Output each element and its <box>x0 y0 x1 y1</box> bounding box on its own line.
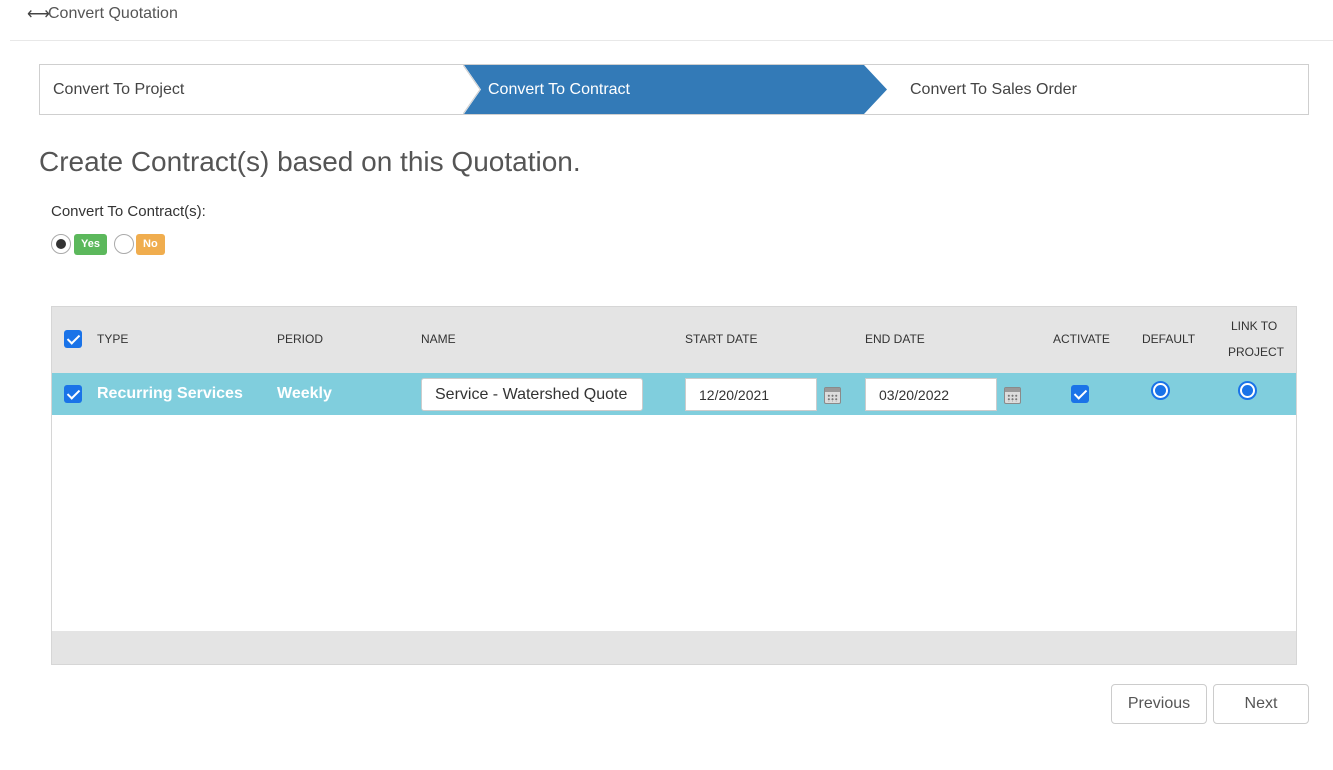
previous-button[interactable]: Previous <box>1111 684 1207 724</box>
contracts-grid: TYPE PERIOD NAME START DATE END DATE ACT… <box>51 306 1297 665</box>
row-period: Weekly <box>277 385 332 402</box>
no-badge[interactable]: No <box>136 234 165 255</box>
yes-badge[interactable]: Yes <box>74 234 107 255</box>
activate-checkbox[interactable] <box>1071 385 1089 403</box>
header-period: PERIOD <box>277 332 324 346</box>
default-radio[interactable] <box>1151 381 1170 400</box>
no-radio[interactable] <box>114 234 134 254</box>
next-button[interactable]: Next <box>1213 684 1309 724</box>
yes-radio[interactable] <box>51 234 71 254</box>
row-select-checkbox[interactable] <box>64 385 82 403</box>
start-date-calendar-icon[interactable] <box>824 387 841 404</box>
step-convert-to-contract[interactable]: Convert To Contract <box>464 65 887 114</box>
convert-to-contracts-label: Convert To Contract(s): <box>51 203 206 220</box>
header-link-to: LINK TO <box>1231 319 1278 333</box>
contract-name-input[interactable] <box>421 378 643 411</box>
header-end-date: END DATE <box>865 332 925 346</box>
header-type: TYPE <box>97 332 129 346</box>
swap-arrows-icon: ⟷ <box>27 6 50 23</box>
end-date-input[interactable] <box>865 378 997 411</box>
end-date-calendar-icon[interactable] <box>1004 387 1021 404</box>
step-convert-to-sales-order[interactable]: Convert To Sales Order <box>910 65 1077 114</box>
step-convert-to-project[interactable]: Convert To Project <box>53 65 184 114</box>
start-date-input[interactable] <box>685 378 817 411</box>
page-breadcrumb-title: Convert Quotation <box>48 5 178 22</box>
header-name: NAME <box>421 332 456 346</box>
header-project: PROJECT <box>1228 345 1285 359</box>
header-default: DEFAULT <box>1142 332 1196 346</box>
page-heading: Create Contract(s) based on this Quotati… <box>39 146 581 177</box>
link-to-project-radio[interactable] <box>1238 381 1257 400</box>
grid-footer <box>52 631 1296 664</box>
select-all-checkbox[interactable] <box>64 330 82 348</box>
grid-header: TYPE PERIOD NAME START DATE END DATE ACT… <box>52 307 1296 373</box>
table-row[interactable]: Recurring Services Weekly <box>52 373 1296 415</box>
header-start-date: START DATE <box>685 332 758 346</box>
top-bar: ⟷ Convert Quotation <box>10 0 1333 41</box>
header-activate: ACTIVATE <box>1053 332 1110 346</box>
wizard-steps: Convert To Project Convert To Contract C… <box>39 64 1309 115</box>
row-type: Recurring Services <box>97 385 243 402</box>
